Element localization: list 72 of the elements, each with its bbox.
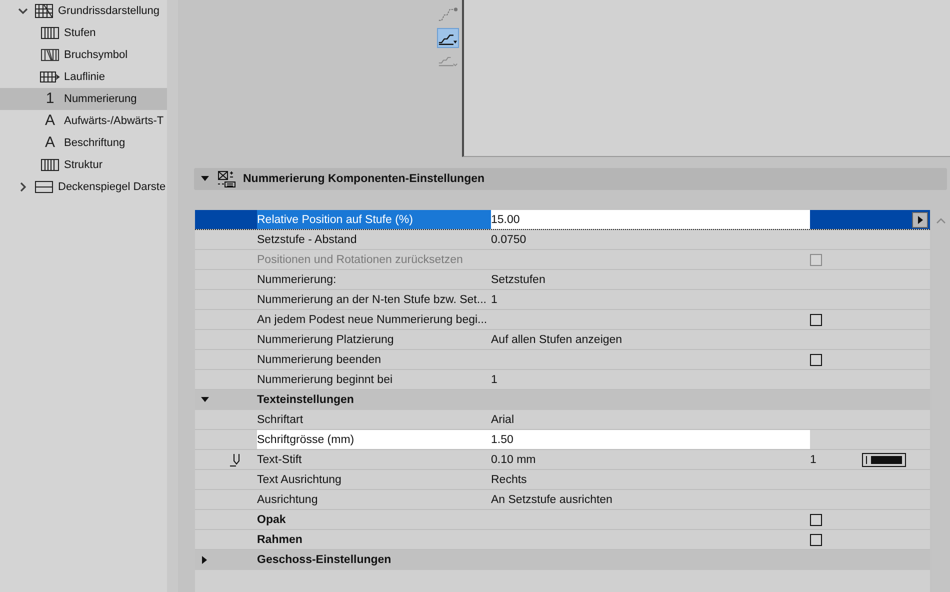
glyph-icon: A bbox=[44, 114, 55, 128]
property-value: 1 bbox=[491, 294, 498, 306]
tree-item[interactable]: Stufen bbox=[0, 22, 167, 44]
pen-number: 1 bbox=[810, 454, 818, 466]
property-label: Nummerierung beginnt bei bbox=[257, 374, 394, 386]
group-header-row[interactable]: Geschoss-Einstellungen bbox=[195, 550, 930, 570]
property-row[interactable]: Ausrichtung An Setzstufe ausrichten bbox=[195, 490, 930, 510]
treads-icon bbox=[41, 27, 59, 39]
property-row[interactable]: Nummerierung beenden bbox=[195, 350, 930, 370]
property-label: An jedem Podest neue Nummerierung begi... bbox=[257, 314, 488, 326]
group-header-row[interactable]: Texteinstellungen bbox=[195, 390, 930, 410]
property-value: 0.0750 bbox=[491, 234, 528, 246]
property-row[interactable]: An jedem Podest neue Nummerierung begi... bbox=[195, 310, 930, 330]
group-title: Texteinstellungen bbox=[257, 394, 355, 406]
property-label: Nummerierung an der N-ten Stufe bzw. Set... bbox=[257, 294, 488, 306]
stair-profile-icon bbox=[438, 6, 458, 22]
property-row[interactable]: Setzstufe - Abstand 0.0750 bbox=[195, 230, 930, 250]
property-label: Text Ausrichtung bbox=[257, 474, 342, 486]
tree-item[interactable]: Struktur bbox=[0, 154, 167, 176]
property-value: An Setzstufe ausrichten bbox=[491, 494, 614, 506]
tree-item[interactable]: Grundrissdarstellung bbox=[0, 0, 167, 22]
property-label: Setzstufe - Abstand bbox=[257, 234, 358, 246]
property-row[interactable]: Schriftgrösse (mm) 1.50 bbox=[195, 430, 930, 450]
property-row[interactable]: Nummerierung: Setzstufen bbox=[195, 270, 930, 290]
property-value: Auf allen Stufen anzeigen bbox=[491, 334, 624, 346]
ceiling-plan-icon bbox=[35, 181, 53, 193]
tree-item[interactable]: Lauflinie bbox=[0, 66, 167, 88]
checkbox[interactable] bbox=[810, 514, 822, 526]
triangle-icon bbox=[917, 216, 923, 224]
property-row[interactable]: Text-Stift 0.10 mm 1 bbox=[195, 450, 930, 470]
walkline-icon bbox=[40, 71, 60, 83]
property-label: Ausrichtung bbox=[257, 494, 319, 506]
property-value: 0.10 mm bbox=[491, 454, 537, 466]
property-label: Schriftart bbox=[257, 414, 304, 426]
property-label: Nummerierung beenden bbox=[257, 354, 382, 366]
tree-item[interactable]: 1 Nummerierung bbox=[0, 88, 167, 110]
stair-profile-button[interactable] bbox=[437, 28, 459, 48]
pen-swatch[interactable] bbox=[862, 452, 906, 466]
tree-item[interactable]: A Beschriftung bbox=[0, 132, 167, 154]
glyph-icon: 1 bbox=[46, 92, 54, 106]
property-row[interactable]: Nummerierung an der N-ten Stufe bzw. Set... 1 bbox=[195, 290, 930, 310]
glyph-icon: A bbox=[44, 136, 55, 150]
property-label: Relative Position auf Stufe (%) bbox=[257, 210, 491, 229]
stair-grid-icon bbox=[35, 4, 53, 18]
property-value: Rechts bbox=[491, 474, 528, 486]
property-label: Text-Stift bbox=[257, 454, 303, 466]
checkbox[interactable] bbox=[810, 534, 822, 546]
treads-icon bbox=[41, 159, 59, 171]
property-row[interactable]: Nummerierung Platzierung Auf allen Stufen anzeigen bbox=[195, 330, 930, 350]
tree-item[interactable]: Bruchsymbol bbox=[0, 44, 167, 66]
checkbox[interactable] bbox=[810, 354, 822, 366]
property-label: Rahmen bbox=[257, 534, 304, 546]
checkbox[interactable] bbox=[810, 314, 822, 326]
property-row[interactable]: Opak bbox=[195, 510, 930, 530]
property-value: Arial bbox=[491, 414, 516, 426]
tree-item[interactable]: Deckenspiegel Darste bbox=[0, 176, 167, 198]
section-title: Nummerierung Komponenten-Einstellungen bbox=[243, 173, 485, 185]
property-row[interactable]: Relative Position auf Stufe (%) 15.00 bbox=[195, 210, 930, 230]
property-value: 1.50 bbox=[491, 430, 810, 449]
property-label: Positionen und Rotationen zurücksetzen bbox=[257, 254, 464, 266]
property-row[interactable]: Text Ausrichtung Rechts bbox=[195, 470, 930, 490]
property-value: 1 bbox=[491, 374, 498, 386]
expand-button[interactable] bbox=[912, 212, 928, 228]
tree-item[interactable]: A Aufwärts-/Abwärts-T bbox=[0, 110, 167, 132]
property-label: Opak bbox=[257, 514, 287, 526]
property-value: Setzstufen bbox=[491, 274, 546, 286]
property-label: Nummerierung Platzierung bbox=[257, 334, 395, 346]
settings-panel-icon bbox=[217, 170, 236, 188]
group-title: Geschoss-Einstellungen bbox=[257, 554, 392, 566]
property-label: Schriftgrösse (mm) bbox=[257, 430, 491, 449]
property-label: Nummerierung: bbox=[257, 274, 338, 286]
scroll-up-icon bbox=[936, 218, 946, 224]
